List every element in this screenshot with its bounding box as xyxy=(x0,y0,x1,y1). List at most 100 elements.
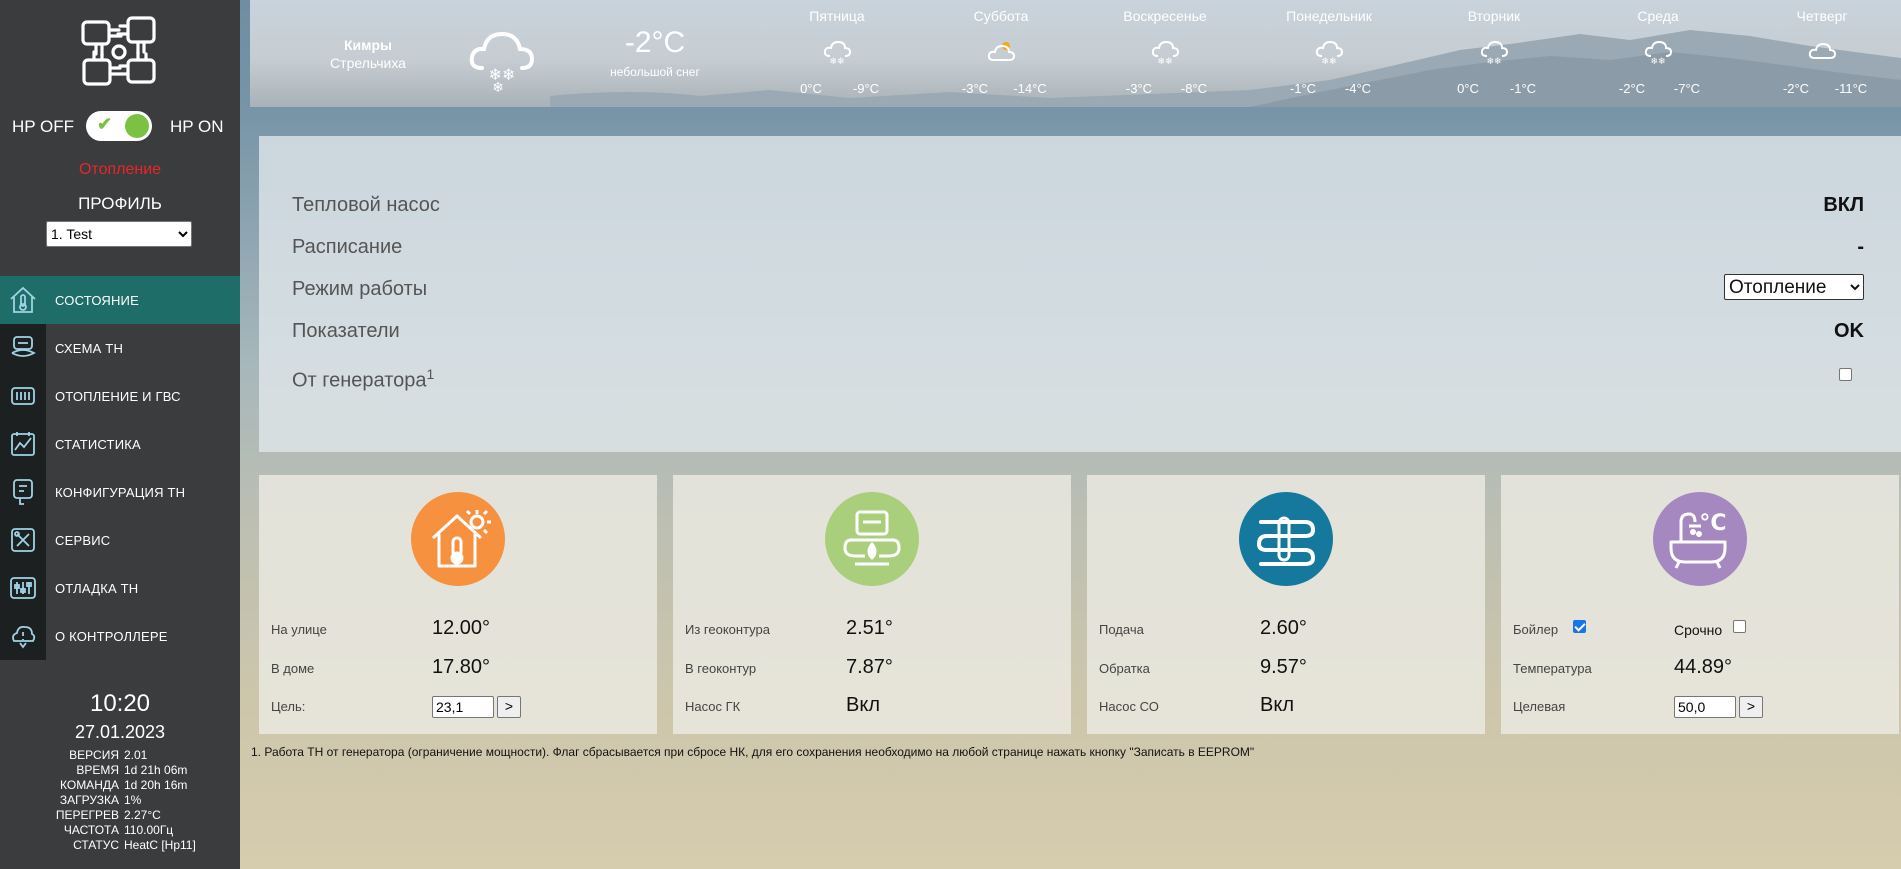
nav-item-status[interactable]: СОСТОЯНИЕ xyxy=(0,276,240,324)
card-row-label: В геоконтур xyxy=(685,661,757,676)
card-row: Подача 2.60° xyxy=(1099,616,1479,642)
system-info: ВЕРСИЯ 2.01 ВРЕМЯ 1d 21h 06m КОМАНДА 1d 20h… xyxy=(0,748,240,853)
configuration-icon xyxy=(0,468,46,516)
forecast-day-min: -2°C xyxy=(1618,81,1646,96)
card-row-value: 12.00° xyxy=(432,617,491,639)
heat-pump-power-toggle[interactable]: ✔ xyxy=(86,111,152,141)
profile-select[interactable]: 1. Test xyxy=(46,221,192,247)
card-row-value: Вкл xyxy=(846,694,880,716)
status-row-generator: От генератора1 xyxy=(292,362,1864,394)
info-value: HeatC [Hp11] xyxy=(124,838,196,852)
snow-cloud-icon: ❄❄ xyxy=(1315,40,1343,64)
card-row: Насос СО Вкл xyxy=(1099,693,1479,719)
card-row-value: 2.51° xyxy=(846,617,893,639)
card-row-value: 7.87° xyxy=(846,656,893,678)
urgent-checkbox[interactable] xyxy=(1733,620,1746,633)
card-row-label: Насос СО xyxy=(1099,699,1159,714)
card-row-value: 2.60° xyxy=(1260,617,1307,639)
nav-label: СЕРВИС xyxy=(55,532,111,548)
forecast-day-max: -4°C xyxy=(1344,81,1372,96)
house-thermometer-sun-icon xyxy=(411,492,505,586)
nav-item-debug[interactable]: ОТЛАДКА ТН xyxy=(0,564,240,612)
info-row: СТАТУС HeatC [Hp11] xyxy=(0,838,240,853)
forecast-day-max: -1°C xyxy=(1509,81,1537,96)
weather-description: небольшой снег xyxy=(610,65,700,79)
heating-dhw-icon xyxy=(0,372,46,420)
snow-cloud-icon: ❄❄ ❄ xyxy=(469,31,535,92)
hp-off-label: HP OFF xyxy=(12,117,75,136)
target-temp-input[interactable]: 23,1 xyxy=(432,696,494,718)
nav-item-hp-scheme[interactable]: СХЕМА ТН xyxy=(0,324,240,372)
info-key: ВРЕМЯ xyxy=(76,763,119,777)
heating-circuit-card: Подача 2.60° Обратка 9.57° Насос СО Вкл xyxy=(1087,475,1485,734)
forecast-day-max: -14°C xyxy=(1013,81,1047,96)
forecast-day-max: -9°C xyxy=(852,81,880,96)
info-row: ВРЕМЯ 1d 21h 06m xyxy=(0,763,240,778)
snow-cloud-icon: ❄❄ xyxy=(1644,40,1672,64)
forecast-day-min: -2°C xyxy=(1782,81,1810,96)
status-panel: Тепловой насос ВКЛ Расписание - Режим ра… xyxy=(259,136,1901,452)
info-key: ЧАСТОТА xyxy=(63,823,119,837)
nav-item-heating-dhw[interactable]: ОТОПЛЕНИЕ И ГВС xyxy=(0,372,240,420)
nav-item-statistics[interactable]: СТАТИСТИКА xyxy=(0,420,240,468)
forecast-day-name: Воскресенье xyxy=(1123,8,1207,24)
nav-item-service[interactable]: СЕРВИС xyxy=(0,516,240,564)
info-value: 2.01 xyxy=(124,748,148,762)
status-row-mode: Режим работы Отопление xyxy=(292,274,1864,306)
forecast-day-min: -1°C xyxy=(1289,81,1317,96)
info-key: ВЕРСИЯ xyxy=(69,748,119,762)
statistics-chart-icon xyxy=(0,420,46,468)
forecast-day-name: Среда xyxy=(1637,8,1679,24)
urgent-label: Срочно xyxy=(1674,622,1723,638)
status-row-indicators: Показатели OK xyxy=(292,316,1864,348)
card-row: В геоконтур 7.87° xyxy=(685,655,1065,681)
boiler-checkbox[interactable] xyxy=(1573,620,1586,633)
sidebar: HP OFF ✔ HP ON Отопление ПРОФИЛЬ 1. Test… xyxy=(0,0,240,869)
forecast-day-min: 0°C xyxy=(800,81,822,96)
info-row: ЧАСТОТА 110.00Гц xyxy=(0,823,240,838)
status-label: Режим работы xyxy=(292,278,428,300)
cloud-sun-icon xyxy=(987,42,1015,61)
info-key: ПЕРЕГРЕВ xyxy=(55,808,119,822)
info-row: ВЕРСИЯ 2.01 xyxy=(0,748,240,763)
svg-text:❄❄: ❄❄ xyxy=(1486,57,1501,64)
status-value: OK xyxy=(1834,320,1864,342)
service-tools-icon xyxy=(0,516,46,564)
clock-time: 10:20 xyxy=(89,690,151,717)
nav-label: О КОНТРОЛЛЕРЕ xyxy=(55,628,168,644)
boiler-target-apply-button[interactable]: > xyxy=(1739,696,1763,718)
operating-mode-select[interactable]: Отопление xyxy=(1724,274,1864,300)
toggle-knob xyxy=(125,114,149,138)
card-row-value: 44.89° xyxy=(1674,656,1733,678)
weather-current-temp: -2°C xyxy=(624,26,686,59)
clock-date: 27.01.2023 xyxy=(74,722,166,742)
svg-text:❄❄: ❄❄ xyxy=(1157,57,1172,64)
weather-place: Стрельчиха xyxy=(330,55,406,71)
nav-label: СТАТИСТИКА xyxy=(55,436,141,452)
home-thermometer-icon xyxy=(0,276,46,324)
card-row-label: Бойлер xyxy=(1513,622,1559,637)
generator-checkbox[interactable] xyxy=(1839,368,1852,381)
svg-text:❄❄: ❄❄ xyxy=(1321,57,1336,64)
footnote: 1. Работа ТН от генератора (ограничение … xyxy=(251,745,1255,759)
forecast-day: Вторник ❄❄ 0°C -1°C xyxy=(1434,0,1554,100)
nav-label: КОНФИГУРАЦИЯ ТН xyxy=(55,484,186,500)
geo-circuit-icon xyxy=(825,492,919,586)
heat-pump-power-row: HP OFF ✔ HP ON xyxy=(0,111,240,141)
nav-item-about-controller[interactable]: О КОНТРОЛЛЕРЕ xyxy=(0,612,240,660)
forecast-day-name: Четверг xyxy=(1796,8,1848,24)
info-row: ЗАГРУЗКА 1% xyxy=(0,793,240,808)
debug-sliders-icon xyxy=(0,564,46,612)
boiler-target-input[interactable]: 50,0 xyxy=(1674,696,1736,718)
card-row-label: Температура xyxy=(1513,661,1592,676)
nav-item-configuration[interactable]: КОНФИГУРАЦИЯ ТН xyxy=(0,468,240,516)
heat-pump-scheme-icon xyxy=(0,324,46,372)
target-temp-apply-button[interactable]: > xyxy=(497,696,521,718)
info-value: 2.27°C xyxy=(124,808,161,822)
nav-label: СОСТОЯНИЕ xyxy=(55,292,139,308)
status-row-heat-pump: Тепловой насос ВКЛ xyxy=(292,190,1864,222)
snow-cloud-icon: ❄❄ xyxy=(1151,40,1179,64)
weather-city: Кимры xyxy=(343,37,392,53)
forecast-day: Четверг -2°C -11°C xyxy=(1762,0,1882,100)
nav-label: ОТЛАДКА ТН xyxy=(55,580,139,596)
